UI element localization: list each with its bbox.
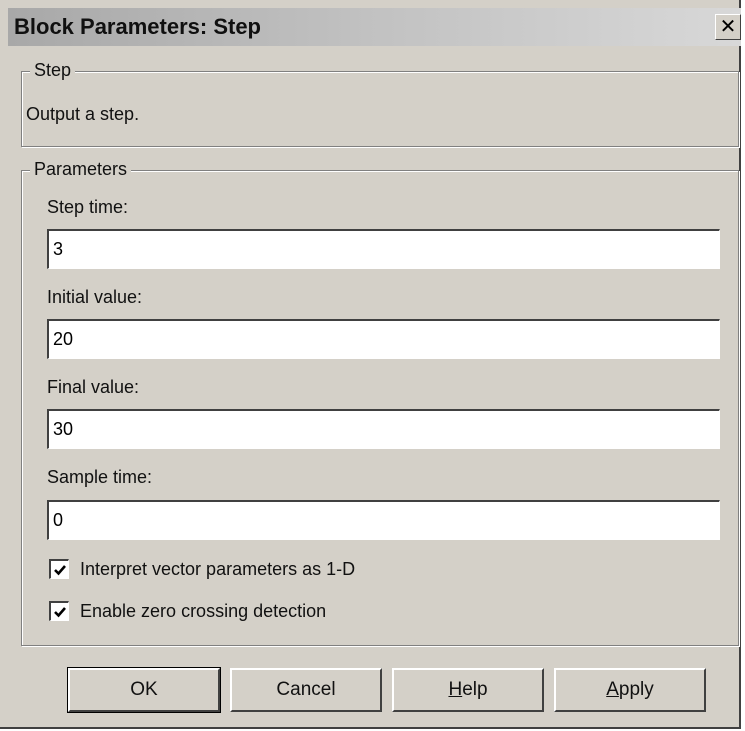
block-description-group: Step Output a step. <box>21 60 739 147</box>
cancel-button[interactable]: Cancel <box>230 668 382 712</box>
block-description-legend: Step <box>30 60 76 81</box>
apply-button-label: pply <box>618 679 654 700</box>
checkmark-icon <box>53 606 66 617</box>
initial-value-field[interactable] <box>47 319 720 359</box>
step-time-field[interactable] <box>47 229 720 269</box>
block-parameters-dialog: Block Parameters: Step ✕ Step Output a s… <box>0 0 741 729</box>
help-button-mnemonic: H <box>448 679 463 700</box>
zero-crossing-label: Enable zero crossing detection <box>80 600 327 621</box>
apply-button[interactable]: Apply <box>554 668 706 712</box>
window-title: Block Parameters: Step <box>14 14 261 39</box>
ok-button[interactable]: OK <box>67 667 221 713</box>
ok-button-label: OK <box>130 679 158 700</box>
close-button[interactable]: ✕ <box>715 14 741 40</box>
final-value-field[interactable] <box>47 409 720 449</box>
parameters-legend: Parameters <box>30 159 132 180</box>
sample-time-field[interactable] <box>47 500 720 540</box>
interpret-vector-checkbox-row[interactable]: Interpret vector parameters as 1-D <box>49 556 355 582</box>
help-button-label: elp <box>462 679 488 700</box>
zero-crossing-checkbox[interactable] <box>49 601 69 621</box>
interpret-vector-checkbox[interactable] <box>49 559 69 579</box>
checkmark-icon <box>53 564 66 575</box>
help-button[interactable]: Help <box>392 668 544 712</box>
sample-time-label: Sample time: <box>47 467 153 487</box>
step-time-label: Step time: <box>47 197 129 217</box>
initial-value-label: Initial value: <box>47 287 143 307</box>
close-icon: ✕ <box>719 16 737 38</box>
interpret-vector-label: Interpret vector parameters as 1-D <box>80 558 356 579</box>
block-description-text: Output a step. <box>26 104 140 124</box>
zero-crossing-checkbox-row[interactable]: Enable zero crossing detection <box>49 598 326 624</box>
title-bar[interactable]: Block Parameters: Step ✕ <box>8 8 741 46</box>
apply-button-mnemonic: A <box>606 679 619 700</box>
cancel-button-label: Cancel <box>276 679 336 700</box>
final-value-label: Final value: <box>47 377 140 397</box>
